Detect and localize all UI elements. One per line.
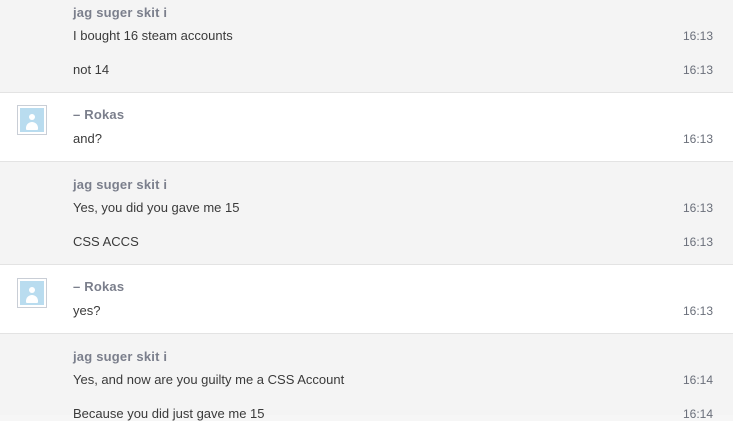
sender-name[interactable]: – Rokas [73, 279, 124, 294]
message-timestamp: 16:13 [682, 201, 713, 215]
message-text: Yes, and now are you guilty me a CSS Acc… [73, 372, 345, 387]
message-group: jag suger skit i I bought 16 steam accou… [0, 0, 733, 92]
avatar[interactable] [17, 278, 47, 308]
message-text: not 14 [73, 62, 110, 77]
message-text: yes? [73, 303, 101, 318]
sender-name[interactable]: jag suger skit i [73, 349, 167, 364]
message-timestamp: 16:13 [682, 29, 713, 43]
user-avatar-icon [20, 108, 44, 132]
message-text: and? [73, 131, 102, 146]
user-avatar-icon [20, 281, 44, 305]
message-text: Because you did just gave me 15 [73, 406, 265, 421]
message-text: CSS ACCS [73, 234, 139, 249]
message-timestamp: 16:13 [682, 63, 713, 77]
message-group: jag suger skit i Yes, you did you gave m… [0, 162, 733, 264]
message-text: Yes, you did you gave me 15 [73, 200, 240, 215]
message-timestamp: 16:14 [682, 373, 713, 387]
avatar[interactable] [17, 105, 47, 135]
sender-name[interactable]: – Rokas [73, 107, 124, 122]
message-timestamp: 16:13 [682, 304, 713, 318]
sender-name[interactable]: jag suger skit i [73, 177, 167, 192]
message-timestamp: 16:13 [682, 235, 713, 249]
message-timestamp: 16:13 [682, 132, 713, 146]
message-text: I bought 16 steam accounts [73, 28, 233, 43]
message-group: jag suger skit i Yes, and now are you gu… [0, 334, 733, 421]
message-group: – Rokas yes? 16:13 [0, 265, 733, 333]
sender-name[interactable]: jag suger skit i [73, 5, 167, 20]
message-timestamp: 16:14 [682, 407, 713, 421]
message-group: – Rokas and? 16:13 [0, 93, 733, 161]
